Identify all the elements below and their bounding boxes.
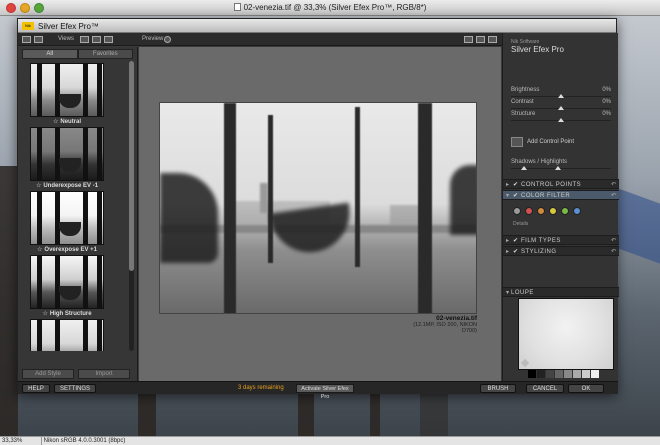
status-bar: 33,33% Nikon sRGB 4.0.0.3001 (8bpc) <box>0 436 660 445</box>
preset-item-underexpose[interactable]: ☆ Underexpose EV -1 <box>22 125 130 189</box>
cancel-button[interactable]: CANCEL <box>526 384 564 393</box>
add-control-point-label: Add Control Point <box>527 139 575 145</box>
color-profile: Nikon sRGB 4.0.0.3001 (8bpc) <box>43 438 126 444</box>
preview-label: Preview <box>142 36 164 42</box>
expand-arrow-icon[interactable]: ▾ <box>506 192 509 199</box>
section-loupe[interactable]: ▾ LOUPE <box>503 287 619 297</box>
background-color-icon[interactable] <box>488 36 497 43</box>
single-view-icon[interactable] <box>80 36 89 43</box>
zone-4[interactable] <box>564 370 572 378</box>
preset-thumbnail <box>30 127 104 181</box>
zoom-tool-icon[interactable] <box>476 36 485 43</box>
file-info: (12.1MP, ISO 200, NIKON D700) <box>413 322 477 334</box>
import-button[interactable]: Import <box>78 369 130 379</box>
reset-icon[interactable]: ↶ <box>611 192 616 199</box>
window-title-bar: 02-venezia.tif @ 33,3% (Silver Efex Pro™… <box>0 0 660 16</box>
zone-6[interactable] <box>582 370 590 378</box>
preset-thumbnail <box>30 191 104 245</box>
plugin-title-bar: Nik Silver Efex Pro™ <box>18 19 616 33</box>
filter-swatch-green[interactable] <box>561 207 569 215</box>
trial-days-remaining: 3 days remaining <box>238 385 284 391</box>
enable-checkbox[interactable]: ✔ <box>513 181 518 188</box>
details-toggle[interactable]: Details <box>513 221 528 227</box>
brush-button[interactable]: BRUSH <box>480 384 516 393</box>
loupe-view <box>518 298 614 370</box>
activate-button[interactable]: Activate Silver Efex Pro <box>296 384 354 400</box>
tab-all[interactable]: All <box>22 49 78 59</box>
hand-tool-icon[interactable] <box>464 36 473 43</box>
tab-favorites[interactable]: Favorites <box>77 49 133 59</box>
zoom-level[interactable]: 33,33% <box>2 437 42 445</box>
expand-arrow-icon[interactable]: ▾ <box>506 289 509 296</box>
expand-arrow-icon[interactable]: ▸ <box>506 248 509 255</box>
add-style-button[interactable]: Add Style <box>22 369 74 379</box>
side-by-side-view-icon[interactable] <box>104 36 113 43</box>
section-film-types[interactable]: ▸ ✔ FILM TYPES ↶ <box>503 235 619 245</box>
grid-view-icon[interactable] <box>22 36 31 43</box>
preset-item-neutral[interactable]: ☆ Neutral <box>22 61 130 125</box>
photo-caption: 02-venezia.tif (12.1MP, ISO 200, NIKON D… <box>397 315 477 334</box>
preview-image[interactable] <box>159 102 477 314</box>
filter-swatch-yellow[interactable] <box>549 207 557 215</box>
bottom-bar: HELP SETTINGS 3 days remaining Activate … <box>18 381 618 400</box>
preset-thumbnail <box>30 319 104 351</box>
section-control-points[interactable]: ▸ ✔ CONTROL POINTS ↶ <box>503 179 619 189</box>
enable-checkbox[interactable]: ✔ <box>513 237 518 244</box>
zone-2[interactable] <box>546 370 554 378</box>
highlights-knob[interactable] <box>555 166 561 170</box>
filter-swatch-red[interactable] <box>525 207 533 215</box>
expand-arrow-icon[interactable]: ▸ <box>506 237 509 244</box>
zone-5[interactable] <box>573 370 581 378</box>
views-label: Views <box>58 36 74 42</box>
nik-logo: Nik <box>22 22 34 30</box>
preset-thumbnail <box>30 63 104 117</box>
brand-product: Silver Efex Pro <box>511 45 564 54</box>
filter-swatch-neutral[interactable] <box>513 207 521 215</box>
reset-icon[interactable]: ↶ <box>611 248 616 255</box>
slider-knob[interactable] <box>558 94 564 98</box>
section-color-filter[interactable]: ▾ ✔ COLOR FILTER ↶ <box>503 190 619 200</box>
preset-item-next[interactable] <box>22 317 130 351</box>
zone-3[interactable] <box>555 370 563 378</box>
shadows-highlights-slider[interactable]: Shadows / Highlights <box>511 159 611 173</box>
slider-knob[interactable] <box>558 106 564 110</box>
filter-swatch-blue[interactable] <box>573 207 581 215</box>
scrollbar-thumb[interactable] <box>129 61 134 271</box>
preview-area: 02-venezia.tif (12.1MP, ISO 200, NIKON D… <box>139 47 501 381</box>
help-button[interactable]: HELP <box>22 384 50 393</box>
preset-item-overexpose[interactable]: ☆ Overexpose EV +1 <box>22 189 130 253</box>
document-icon <box>233 3 241 11</box>
preset-list: ☆ Neutral ☆ Underexpose EV -1 ☆ Overexpose … <box>22 61 130 351</box>
list-view-icon[interactable] <box>34 36 43 43</box>
zone-0[interactable] <box>528 370 536 378</box>
control-point-icon[interactable] <box>511 137 523 147</box>
reset-icon[interactable]: ↶ <box>611 237 616 244</box>
shadows-knob[interactable] <box>521 166 527 170</box>
slider-knob[interactable] <box>558 118 564 122</box>
zone-1[interactable] <box>537 370 545 378</box>
section-stylizing[interactable]: ▸ ✔ STYLIZING ↶ <box>503 246 619 256</box>
ok-button[interactable]: OK <box>568 384 604 393</box>
preset-thumbnail <box>30 255 104 309</box>
color-filter-swatches <box>513 207 581 215</box>
zone-7[interactable] <box>591 370 599 378</box>
enable-checkbox[interactable]: ✔ <box>513 248 518 255</box>
filter-swatch-orange[interactable] <box>537 207 545 215</box>
preview-toggle-icon[interactable] <box>164 36 171 43</box>
preset-scrollbar[interactable] <box>129 61 134 351</box>
plugin-title: Silver Efex Pro™ <box>38 22 99 31</box>
presets-panel: All Favorites ☆ Neutral ☆ Underexpose EV -… <box>18 47 138 381</box>
structure-slider[interactable]: Structure 0% <box>511 111 611 125</box>
zone-indicators <box>528 370 599 378</box>
enable-checkbox[interactable]: ✔ <box>513 192 518 199</box>
reset-icon[interactable]: ↶ <box>611 181 616 188</box>
preset-item-high-structure[interactable]: ☆ High Structure <box>22 253 130 317</box>
split-view-icon[interactable] <box>92 36 101 43</box>
window-title: 02-venezia.tif @ 33,3% (Silver Efex Pro™… <box>243 3 427 12</box>
expand-arrow-icon[interactable]: ▸ <box>506 181 509 188</box>
silver-efex-window: Nik Silver Efex Pro™ Views Preview All F… <box>17 18 619 400</box>
settings-button[interactable]: SETTINGS <box>54 384 96 393</box>
file-name: 02-venezia.tif <box>436 315 477 322</box>
